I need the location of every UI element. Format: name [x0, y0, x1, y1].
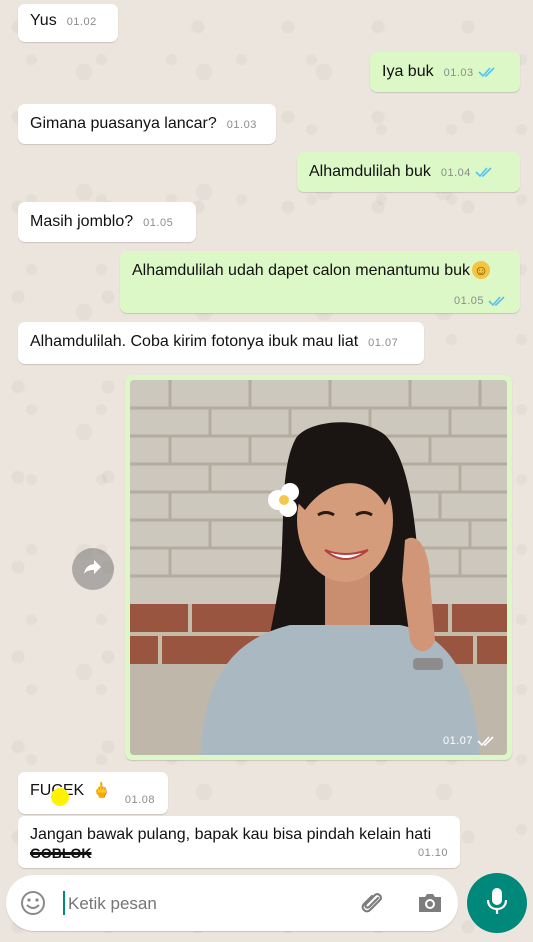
message-text-struck: GOBLOK [30, 845, 92, 861]
text-cursor [63, 891, 65, 915]
shared-photo[interactable]: 01.07 [130, 380, 507, 755]
message-meta: 01.05 [444, 295, 508, 307]
message-time: 01.02 [66, 16, 97, 28]
middle-finger-emoji: 🖕 [92, 782, 111, 799]
message-text: Alhamdulilah buk [309, 163, 431, 180]
message-time: 01.05 [453, 295, 484, 307]
message-time: 01.10 [417, 847, 448, 859]
message-incoming[interactable]: Gimana puasanya lancar? 01.03 [18, 104, 276, 144]
message-second-line: GOBLOK 01.10 [30, 844, 448, 863]
image-meta: 01.07 [443, 735, 497, 747]
smiling-face-emoji: ☺ [472, 261, 491, 279]
message-text: Masih jomblo? [30, 213, 134, 230]
message-outgoing[interactable]: Iya buk 01.03 [370, 52, 520, 92]
message-incoming[interactable]: FUCEK🖕01.08 [18, 772, 168, 814]
message-text: Yus [30, 12, 57, 29]
message-outgoing[interactable]: Alhamdulilah udah dapet calon menantumu … [120, 251, 520, 313]
message-outgoing[interactable]: Alhamdulilah buk 01.04 [297, 152, 520, 192]
message-incoming[interactable]: Yus 01.02 [18, 4, 118, 42]
message-text: Alhamdulilah udah dapet calon menantumu … [132, 262, 471, 279]
emoji-icon[interactable] [20, 890, 46, 921]
message-incoming[interactable]: Alhamdulilah. Coba kirim fotonya ibuk ma… [18, 322, 424, 364]
double-check-icon [488, 295, 508, 307]
message-text: Jangan bawak pulang, bapak kau bisa pind… [30, 826, 432, 843]
message-text: Iya buk [382, 63, 434, 80]
double-check-icon [475, 166, 495, 178]
message-time: 01.03 [226, 119, 257, 131]
message-time: 01.03 [443, 67, 474, 79]
censor-dot [51, 788, 69, 806]
forward-button[interactable] [72, 548, 114, 590]
paperclip-icon[interactable] [358, 889, 386, 922]
forward-icon [83, 558, 103, 581]
message-time: 01.07 [368, 337, 399, 349]
microphone-icon [486, 886, 508, 921]
double-check-icon [478, 66, 498, 78]
message-time: 01.07 [442, 735, 473, 747]
message-text: Gimana puasanya lancar? [30, 115, 217, 132]
camera-icon[interactable] [416, 890, 444, 921]
message-time: 01.04 [440, 167, 471, 179]
voice-message-button[interactable] [467, 873, 527, 933]
message-incoming[interactable]: Masih jomblo? 01.05 [18, 202, 196, 242]
message-text: Alhamdulilah. Coba kirim fotonya ibuk ma… [30, 333, 359, 350]
image-message[interactable]: 01.07 [125, 375, 512, 760]
message-incoming[interactable]: Jangan bawak pulang, bapak kau bisa pind… [18, 816, 460, 868]
message-time: 01.05 [143, 217, 174, 229]
message-input[interactable] [66, 889, 340, 919]
message-composer [6, 875, 458, 931]
photo-illustration [130, 380, 507, 755]
double-check-icon [477, 735, 497, 747]
message-time: 01.08 [124, 794, 155, 806]
